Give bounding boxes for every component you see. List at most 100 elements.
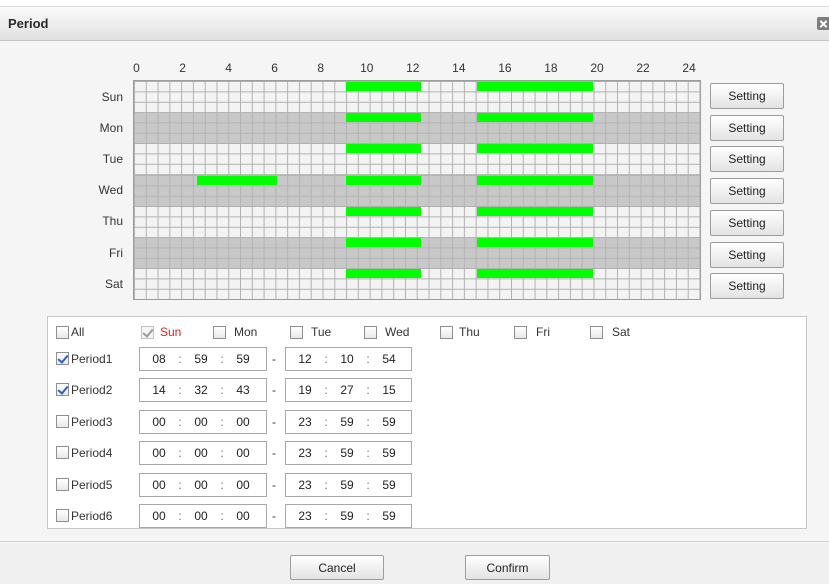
setting-button-tue[interactable]: Setting: [710, 146, 784, 172]
period-label: Period5: [71, 478, 113, 492]
schedule-row-sun[interactable]: [134, 81, 700, 113]
start-hour-field[interactable]: 00: [148, 478, 170, 492]
schedule-row-sat[interactable]: [134, 268, 700, 300]
cancel-button[interactable]: Cancel: [290, 555, 384, 580]
period-end-time[interactable]: 19 : 27 : 15: [285, 378, 412, 402]
day-label-sun: Sun: [101, 90, 123, 104]
period-checkbox[interactable]: [56, 478, 69, 491]
time-separator: :: [366, 383, 370, 397]
start-minute-field[interactable]: 59: [190, 352, 212, 366]
period-checkbox[interactable]: [56, 446, 69, 459]
period-end-time[interactable]: 23 : 59 : 59: [285, 504, 412, 528]
day-label-wed: Wed: [98, 183, 123, 197]
start-hour-field[interactable]: 00: [148, 509, 170, 523]
start-minute-field[interactable]: 32: [190, 383, 212, 397]
start-hour-field[interactable]: 00: [148, 446, 170, 460]
period-start-time[interactable]: 00 : 00 : 00: [139, 441, 267, 465]
end-minute-field[interactable]: 59: [336, 509, 358, 523]
all-checkbox[interactable]: [56, 326, 69, 339]
period-label: Period1: [71, 352, 113, 366]
setting-button-wed[interactable]: Setting: [710, 178, 784, 204]
schedule-bar: [346, 144, 422, 154]
end-minute-field[interactable]: 59: [336, 478, 358, 492]
start-hour-field[interactable]: 08: [148, 352, 170, 366]
time-separator: :: [220, 352, 224, 366]
period-start-time[interactable]: 08 : 59 : 59: [139, 347, 267, 371]
period-start-time[interactable]: 00 : 00 : 00: [139, 473, 267, 497]
period-checkbox[interactable]: [56, 509, 69, 522]
start-second-field[interactable]: 43: [232, 383, 254, 397]
end-second-field[interactable]: 15: [378, 383, 400, 397]
schedule-row-mon[interactable]: [134, 112, 700, 144]
end-hour-field[interactable]: 19: [294, 383, 316, 397]
day-checkbox-thu[interactable]: [440, 326, 453, 339]
end-second-field[interactable]: 59: [378, 415, 400, 429]
start-minute-field[interactable]: 00: [190, 446, 212, 460]
period-end-time[interactable]: 23 : 59 : 59: [285, 441, 412, 465]
day-checkbox-sun[interactable]: [141, 326, 154, 339]
end-hour-field[interactable]: 23: [294, 446, 316, 460]
dialog-footer: Cancel Confirm: [0, 541, 829, 584]
start-second-field[interactable]: 00: [232, 415, 254, 429]
end-minute-field[interactable]: 59: [336, 415, 358, 429]
setting-button-thu[interactable]: Setting: [710, 210, 784, 236]
schedule-row-wed[interactable]: [134, 174, 700, 206]
schedule-row-thu[interactable]: [134, 205, 700, 237]
schedule-bar: [477, 269, 593, 279]
start-second-field[interactable]: 00: [232, 446, 254, 460]
schedule-bar: [346, 113, 422, 123]
period-checkbox[interactable]: [56, 415, 69, 428]
end-minute-field[interactable]: 10: [336, 352, 358, 366]
end-minute-field[interactable]: 59: [336, 446, 358, 460]
setting-button-mon[interactable]: Setting: [710, 115, 784, 141]
time-separator: :: [324, 383, 328, 397]
period-editor-panel: All Sun Mon Tue Wed Thu Fri Sat Period1 …: [47, 316, 807, 529]
day-label-sat: Sat: [104, 277, 123, 291]
period-start-time[interactable]: 00 : 00 : 00: [139, 504, 267, 528]
setting-button-sun[interactable]: Setting: [710, 83, 784, 109]
end-second-field[interactable]: 59: [378, 509, 400, 523]
setting-button-sat[interactable]: Setting: [710, 273, 784, 299]
day-checkbox-sat[interactable]: [590, 326, 603, 339]
start-second-field[interactable]: 00: [232, 509, 254, 523]
confirm-button[interactable]: Confirm: [465, 555, 550, 580]
range-separator: -: [272, 383, 276, 397]
end-second-field[interactable]: 54: [378, 352, 400, 366]
period-start-time[interactable]: 00 : 00 : 00: [139, 410, 267, 434]
end-hour-field[interactable]: 12: [294, 352, 316, 366]
start-minute-field[interactable]: 00: [190, 478, 212, 492]
period-checkbox[interactable]: [56, 352, 69, 365]
schedule-bar: [346, 237, 422, 247]
schedule-row-fri[interactable]: [134, 236, 700, 269]
day-checkbox-mon[interactable]: [213, 326, 226, 339]
schedule-row-tue[interactable]: [134, 143, 700, 175]
period-end-time[interactable]: 23 : 59 : 59: [285, 473, 412, 497]
end-hour-field[interactable]: 23: [294, 509, 316, 523]
end-second-field[interactable]: 59: [378, 446, 400, 460]
day-checkbox-tue[interactable]: [290, 326, 303, 339]
end-minute-field[interactable]: 27: [336, 383, 358, 397]
day-checkbox-wed[interactable]: [364, 326, 377, 339]
setting-button-fri[interactable]: Setting: [710, 242, 784, 268]
end-hour-field[interactable]: 23: [294, 415, 316, 429]
start-hour-field[interactable]: 14: [148, 383, 170, 397]
day-checkbox-fri[interactable]: [514, 326, 527, 339]
end-hour-field[interactable]: 23: [294, 478, 316, 492]
schedule-grid[interactable]: [133, 79, 701, 301]
period-end-time[interactable]: 12 : 10 : 54: [285, 347, 412, 371]
day-select-label-thu: Thu: [459, 325, 480, 339]
period-start-time[interactable]: 14 : 32 : 43: [139, 378, 267, 402]
start-minute-field[interactable]: 00: [190, 509, 212, 523]
start-second-field[interactable]: 00: [232, 478, 254, 492]
end-second-field[interactable]: 59: [378, 478, 400, 492]
period-end-time[interactable]: 23 : 59 : 59: [285, 410, 412, 434]
time-separator: :: [220, 415, 224, 429]
start-hour-field[interactable]: 00: [148, 415, 170, 429]
close-icon[interactable]: [817, 17, 829, 30]
start-second-field[interactable]: 59: [232, 352, 254, 366]
dialog-titlebar[interactable]: Period: [0, 6, 829, 41]
period-checkbox[interactable]: [56, 383, 69, 396]
start-minute-field[interactable]: 00: [190, 415, 212, 429]
schedule-bar: [477, 175, 593, 185]
hour-label: 18: [544, 61, 558, 75]
